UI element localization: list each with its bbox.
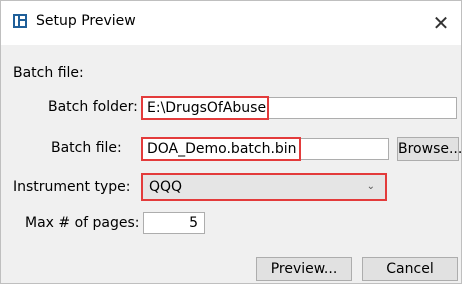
batch-folder-label: Batch folder: [48,99,138,115]
instrument-type-value: QQQ [149,179,183,195]
batch-file-input[interactable]: DOA_Demo.batch.bin [141,137,301,161]
window-title: Setup Preview [36,13,136,29]
max-pages-label: Max # of pages: [25,215,140,231]
batch-file-section-label: Batch file: [13,65,84,81]
title-bar: Setup Preview ✕ [1,1,461,45]
instrument-type-select[interactable]: QQQ ⌄ [141,173,387,201]
setup-preview-dialog: Setup Preview ✕ Batch file: Batch folder… [0,0,462,284]
chevron-down-icon: ⌄ [366,181,375,192]
max-pages-input[interactable]: 5 [143,212,205,234]
batch-file-label: Batch file: [51,140,122,156]
batch-folder-input[interactable]: E:\DrugsOfAbuse [141,96,269,120]
close-icon[interactable]: ✕ [421,1,461,45]
app-window-icon [13,14,27,28]
preview-button[interactable]: Preview... [256,257,352,281]
cancel-button[interactable]: Cancel [362,257,458,281]
instrument-type-label: Instrument type: [13,179,131,195]
browse-button[interactable]: Browse... [397,137,462,161]
